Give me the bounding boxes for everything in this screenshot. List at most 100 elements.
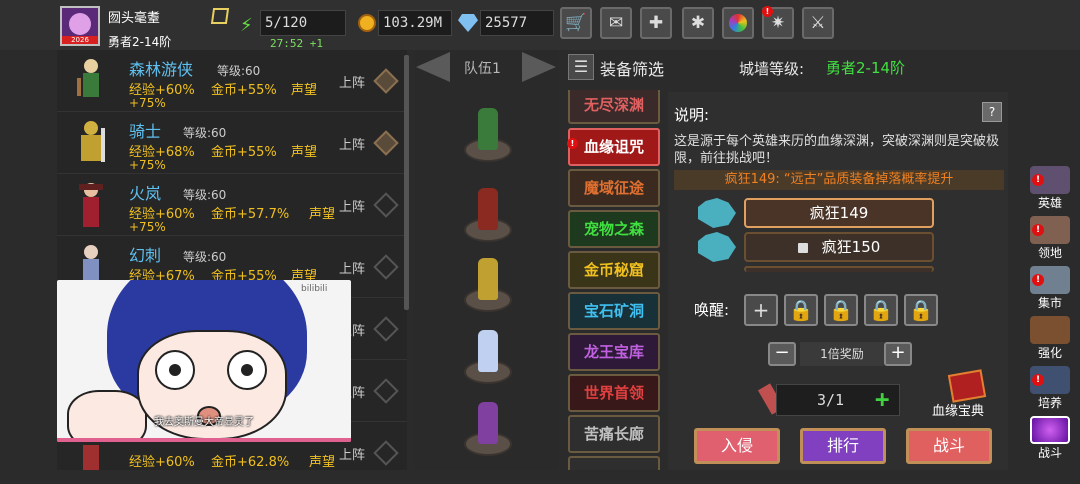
nav-territory[interactable]: ! 领地 [1024,216,1076,262]
dungeon-list[interactable]: 无尽深渊 ! 血缘诅咒 魔域征途 宠物之森 金币秘窟 宝石矿洞 龙王宝库 世界首… [566,90,664,470]
avatar-face [69,13,91,35]
deploy-button[interactable]: 上阵 [339,258,365,277]
dungeon-tab-partial[interactable] [568,456,660,470]
hero-name: 幻刺 [129,246,162,265]
reward-decrease-button[interactable]: − [768,342,796,366]
bloodline-codex-label[interactable]: 血缘宝典 [932,400,984,419]
team-slot[interactable] [460,188,514,242]
dungeon-tab[interactable]: 无尽深渊 [568,90,660,124]
alert-dot: ! [1032,374,1044,386]
nav-market[interactable]: ! 集市 [1024,266,1076,312]
nav-heroes[interactable]: ! 英雄 [1024,166,1076,212]
alert-burst-icon[interactable]: ! ✷ [762,6,794,39]
difficulty-level-button[interactable]: 疯狂149 [744,198,934,228]
dungeon-tab[interactable]: 宠物之森 [568,210,660,248]
hero-row[interactable]: 森林游侠 等级:60 经验+60% 金币+55% 声望 +75% 上阵 [57,50,407,112]
battle-button[interactable]: 战斗 [906,428,992,464]
player-name: 囫头毫耋 [108,11,161,26]
hero-row[interactable]: 火岚 等级:60 经验+60% 金币+57.7% 声望 +75% 上阵 [57,174,407,236]
energy-bolt-icon: ⚡ [240,15,253,36]
team-slot[interactable] [460,258,514,312]
awaken-slot-lock-icon[interactable]: 🔒 [864,294,898,326]
nav-label: 英雄 [1037,196,1062,210]
deploy-button[interactable]: 上阵 [339,72,365,91]
hero-gold-bonus: 金币+62.8% [211,455,290,470]
reward-increase-button[interactable]: + [884,342,912,366]
nav-label: 战斗 [1037,446,1062,460]
shop-cart-icon[interactable]: 🛒 [560,7,592,39]
settings-gear-icon[interactable]: ✱ [682,7,714,39]
swords-icon[interactable]: ⚔ [802,7,834,39]
team-slot[interactable] [460,330,514,384]
ranking-button[interactable]: 排行 [800,428,886,464]
bloodline-codex-icon[interactable] [947,369,987,403]
dungeon-tab[interactable]: 世界首领 [568,374,660,412]
deploy-diamond-icon[interactable] [373,130,399,156]
deploy-diamond-icon[interactable] [373,316,399,342]
reward-multiplier: 1倍奖励 [800,342,884,366]
hero-list-scrollbar[interactable] [404,55,409,310]
filter-menu-icon[interactable]: ☰ [568,54,594,80]
difficulty-level-button[interactable]: 疯狂150 [744,232,934,262]
alert-dot: ! [1032,274,1044,286]
deploy-button[interactable]: 上阵 [339,196,365,215]
alert-dot: ! [762,6,773,17]
hero-level: 等级:60 [183,250,227,264]
awaken-label: 唤醒: [694,301,730,319]
hero-sprite [71,56,111,108]
deploy-diamond-icon[interactable] [373,192,399,218]
energy-timer: 27:52 +1 [270,37,323,50]
deploy-diamond-icon[interactable] [373,378,399,404]
deploy-diamond-icon[interactable] [373,68,399,94]
dungeon-tab[interactable]: 宝石矿洞 [568,292,660,330]
team-slot[interactable] [460,108,514,162]
hero-fame-label: 声望 [309,455,336,470]
hero-gold-bonus: 金币+57.7% [211,207,290,222]
hero-gold-bonus: 金币+55% [211,145,277,160]
deploy-diamond-icon[interactable] [373,440,399,466]
team-slot[interactable] [460,402,514,456]
hero-fame-label: 声望 [291,83,318,98]
level-bonus-banner: 疯狂149: “远古”品质装备掉落概率提升 [674,170,1004,190]
hero-gold-bonus: 金币+55% [211,83,277,98]
dungeon-tab[interactable]: 龙王宝库 [568,333,660,371]
nav-label: 领地 [1037,246,1062,260]
energy-counter: 5/120 [260,10,346,36]
color-wheel-icon[interactable] [722,7,754,39]
edit-name-icon[interactable] [210,8,230,24]
deploy-button[interactable]: 上阵 [339,134,365,153]
hero-fame-label: 声望 [291,145,318,160]
dungeon-tab[interactable]: 魔域征途 [568,169,660,207]
awaken-slot-lock-icon[interactable]: 🔒 [784,294,818,326]
alert-dot: ! [1032,174,1044,186]
player-avatar[interactable]: 2026 [60,6,100,46]
team-slots [414,0,558,484]
nav-cultivate[interactable]: ! 培养 [1024,366,1076,412]
attempt-counter-box: 3/1 + [776,384,900,416]
dungeon-tab-label: 血缘诅咒 [583,138,644,156]
equipment-filter-label[interactable]: 装备筛选 [600,56,664,80]
nav-battle[interactable]: 战斗 [1024,416,1076,462]
mail-icon[interactable]: ✉ [600,7,632,39]
hero-sprite [71,180,111,232]
avatar-year: 2026 [62,36,98,44]
awaken-slot-lock-icon[interactable]: 🔒 [904,294,938,326]
invade-button[interactable]: 入侵 [694,428,780,464]
video-progress-bar[interactable] [57,438,351,442]
deploy-diamond-icon[interactable] [373,254,399,280]
awaken-slot-lock-icon[interactable]: 🔒 [824,294,858,326]
deploy-button[interactable]: 上阵 [339,444,365,463]
hero-row[interactable]: 骑士 等级:60 经验+68% 金币+55% 声望 +75% 上阵 [57,112,407,174]
difficulty-level-partial [744,266,934,272]
hero-fame-label: 声望 [309,207,336,222]
help-question-icon[interactable]: ? [982,102,1002,122]
dungeon-tab[interactable]: ! 血缘诅咒 [567,128,660,166]
add-attempts-icon[interactable]: + [875,385,889,413]
video-overlay[interactable]: bilibili 我去奥斯曼大帝显灵了 [57,280,351,442]
hero-level: 等级:60 [183,126,227,140]
nav-enhance[interactable]: 强化 [1024,316,1076,362]
dungeon-tab[interactable]: 金币秘窟 [568,251,660,289]
gamepad-icon[interactable]: ✚ [640,7,672,39]
awaken-add-button[interactable]: + [744,294,778,326]
dungeon-tab[interactable]: 苦痛长廊 [568,415,660,453]
